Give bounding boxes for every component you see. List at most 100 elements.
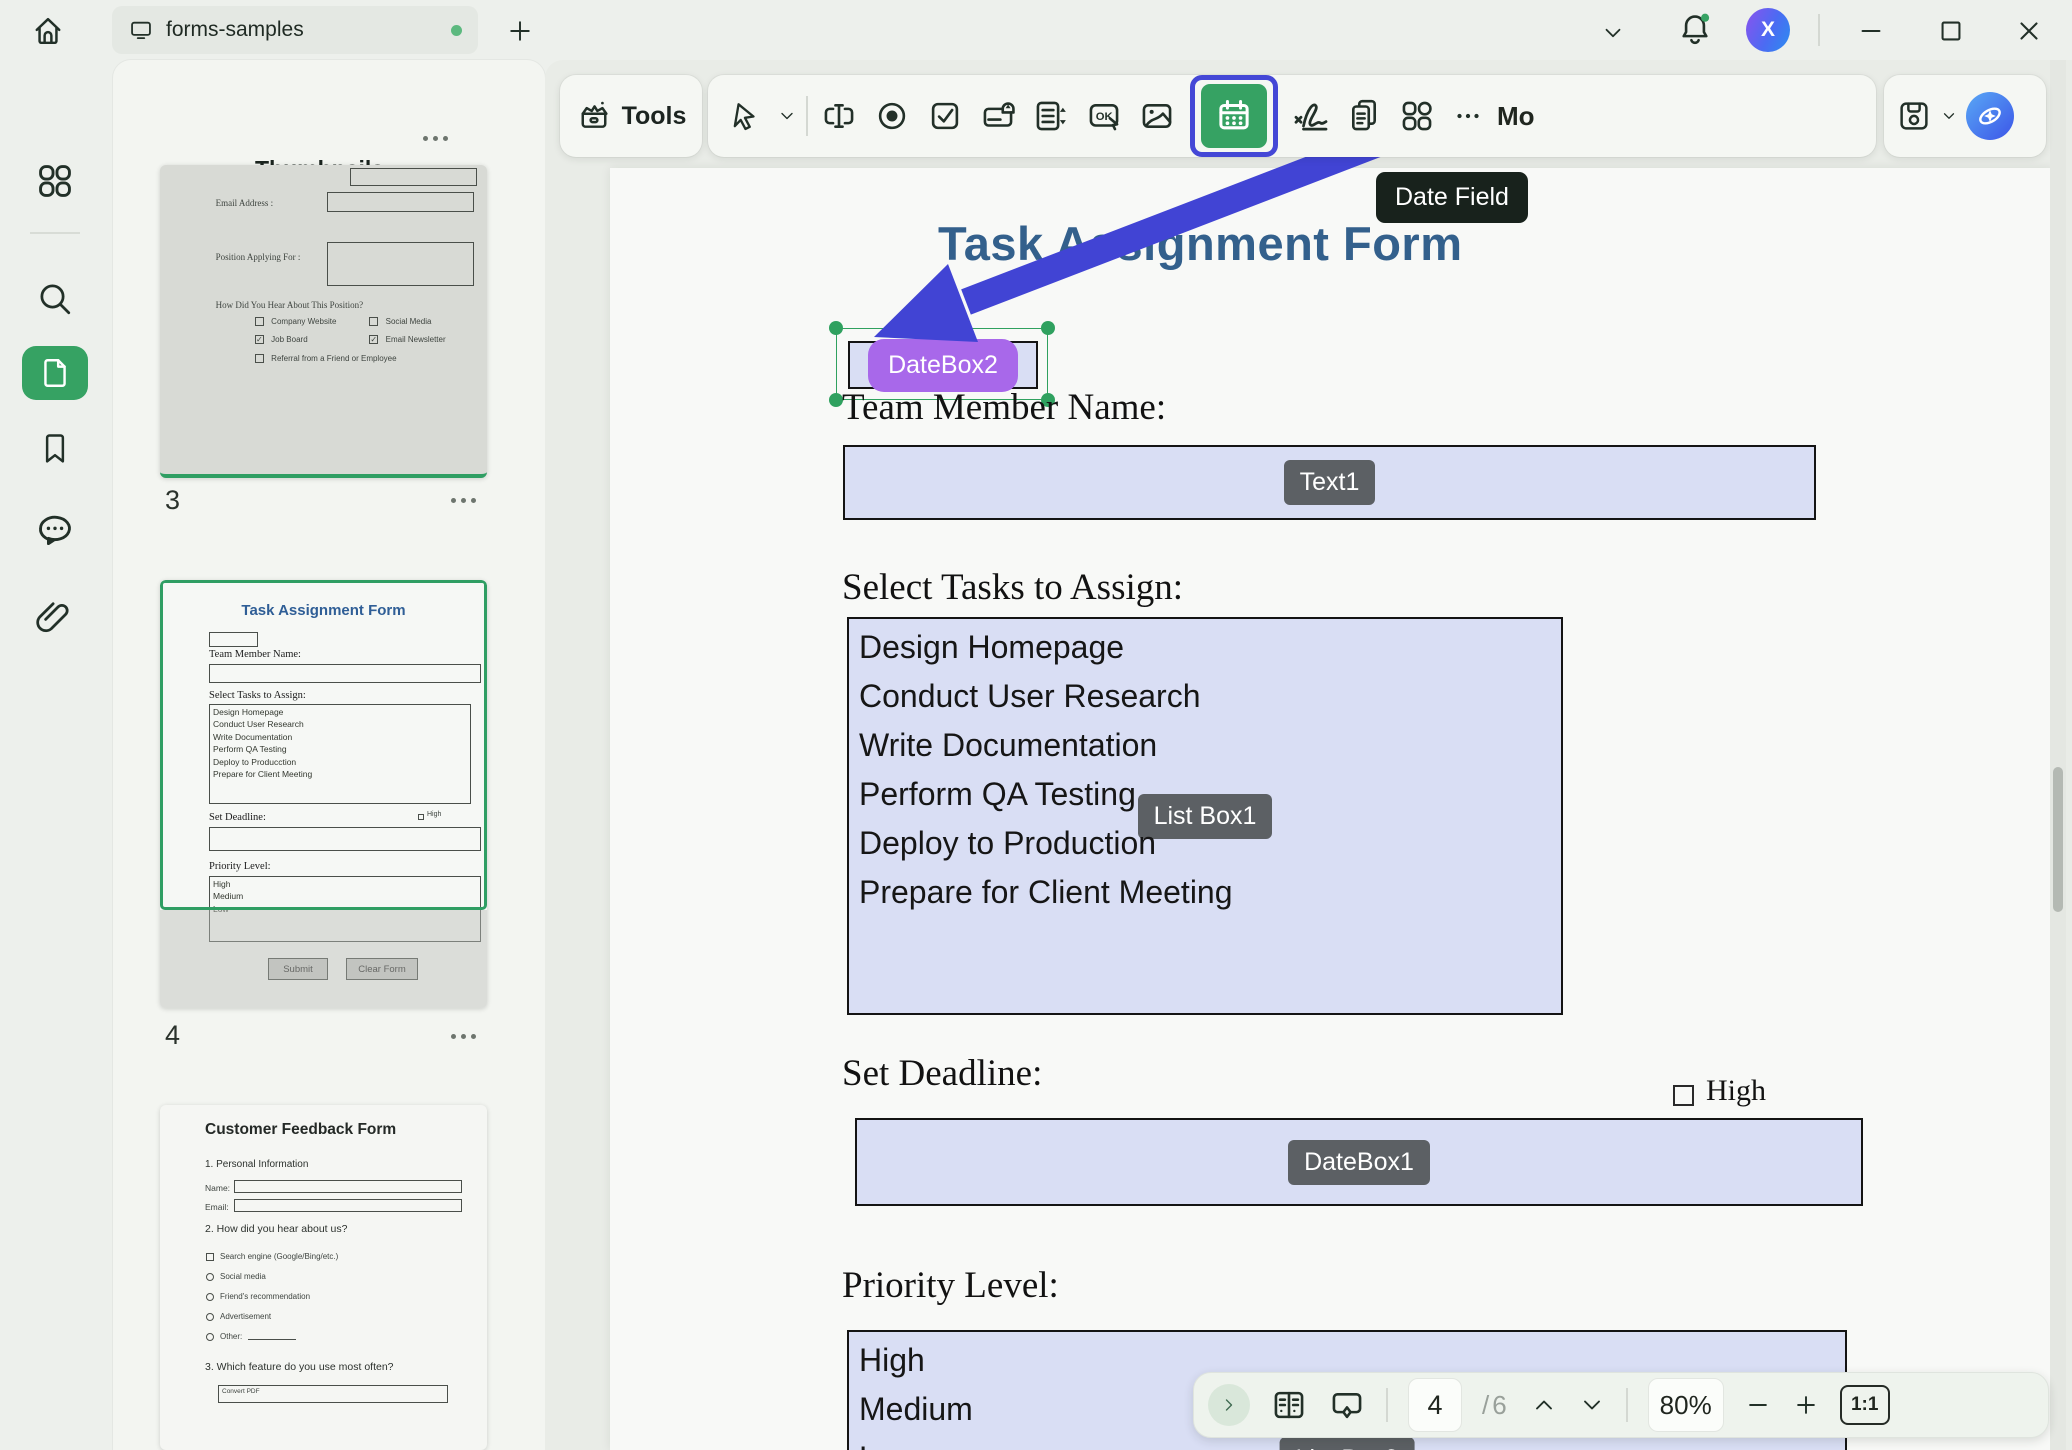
notifications-button[interactable] — [1676, 10, 1714, 48]
thumb5-opt-search: Search engine (Google/Bing/etc.) — [220, 1252, 338, 1261]
expand-statusbar-button[interactable] — [1208, 1384, 1250, 1426]
selection-handle-sw[interactable] — [829, 393, 843, 407]
close-button[interactable] — [2014, 16, 2044, 46]
tab-title: forms-samples — [166, 18, 439, 42]
field-layout-button[interactable] — [1395, 88, 1439, 144]
datebox2-field[interactable]: DateBox2 — [848, 341, 1038, 389]
text-field-button[interactable] — [817, 88, 861, 144]
thumb5-radio — [206, 1313, 214, 1321]
list-box-field-button[interactable] — [1029, 88, 1073, 144]
save-button[interactable] — [1896, 98, 1932, 134]
sidebar-item-search[interactable] — [24, 272, 86, 326]
high-checkbox[interactable] — [1673, 1085, 1694, 1106]
datebox1-field[interactable]: DateBox1 — [855, 1118, 1863, 1206]
thumb5-section1: 1. Personal Information — [205, 1159, 308, 1170]
select-tool-dropdown[interactable] — [777, 106, 797, 126]
sidebar-item-comments[interactable] — [24, 504, 86, 558]
sidebar-item-apps[interactable] — [24, 154, 86, 208]
next-page-button[interactable] — [1578, 1391, 1606, 1419]
presentation-mode-button[interactable] — [1328, 1386, 1366, 1424]
panel-drag-handle[interactable] — [423, 136, 448, 141]
datebox2-label: DateBox2 — [868, 339, 1018, 392]
two-page-view-icon — [1270, 1386, 1308, 1424]
text1-field[interactable]: Text1 — [843, 445, 1816, 520]
app-window: forms-samples X — [0, 0, 2072, 1450]
maximize-icon — [1936, 16, 1966, 46]
radio-button-field-button[interactable] — [870, 88, 914, 144]
thumb3-field — [350, 168, 478, 186]
tasks-heading: Select Tasks to Assign: — [842, 566, 1183, 609]
select-tool-button[interactable] — [724, 88, 768, 144]
selection-handle-nw[interactable] — [829, 321, 843, 335]
listbox2-items: High Medium Low — [859, 1336, 973, 1450]
avatar[interactable]: X — [1746, 8, 1790, 52]
toolbar-more-button[interactable] — [1448, 88, 1488, 144]
maximize-button[interactable] — [1936, 16, 1966, 46]
vertical-scrollbar[interactable] — [2050, 60, 2066, 1450]
selection-handle-ne[interactable] — [1041, 321, 1055, 335]
zoom-in-button[interactable] — [1792, 1391, 1820, 1419]
image-field-icon — [1138, 97, 1176, 135]
titlebar-dropdown-button[interactable] — [1600, 20, 1626, 46]
push-button-field-button[interactable]: OK — [1082, 88, 1126, 144]
thumb5-radio — [206, 1333, 214, 1341]
previous-page-button[interactable] — [1530, 1391, 1558, 1419]
combo-box-field-button[interactable] — [976, 88, 1020, 144]
duplicate-field-button[interactable] — [1342, 88, 1386, 144]
thumb3-hear-label: How Did You Hear About This Position? — [216, 300, 364, 310]
thumb5-dropdown: Convert PDF — [218, 1385, 448, 1403]
ai-assistant-button[interactable] — [1966, 92, 2014, 140]
search-icon — [35, 279, 75, 319]
page4-more-button[interactable] — [451, 1034, 476, 1039]
scrollbar-thumb[interactable] — [2053, 767, 2063, 912]
thumb3-email-field — [327, 192, 474, 212]
thumb3-opt-job: Job Board — [271, 335, 307, 344]
minus-icon — [1744, 1391, 1772, 1419]
page-view-button[interactable] — [1270, 1386, 1308, 1424]
close-icon — [2014, 16, 2044, 46]
date-field-button[interactable] — [1190, 75, 1278, 157]
tools-button[interactable]: Tools — [560, 75, 702, 157]
thumb5-radio — [206, 1293, 214, 1301]
page-icon — [38, 356, 72, 390]
sidebar-item-attachments[interactable] — [24, 588, 86, 642]
presentation-icon — [1328, 1386, 1366, 1424]
thumbnail-page-4[interactable]: Task Assignment Form Team Member Name: S… — [160, 580, 487, 1008]
actual-size-button[interactable]: 1:1 — [1840, 1385, 1890, 1425]
thumb3-opt-newsletter: Email Newsletter — [386, 335, 446, 344]
thumbnail-page-3[interactable]: Email Address : Position Applying For : … — [160, 165, 487, 478]
minimize-button[interactable] — [1856, 16, 1886, 46]
page3-more-button[interactable] — [451, 498, 476, 503]
save-dropdown-button[interactable] — [1940, 107, 1958, 125]
datebox1-label: DateBox1 — [1288, 1140, 1430, 1185]
new-tab-button[interactable] — [506, 17, 534, 45]
copy-icon — [1345, 97, 1383, 135]
thumb3-opt-company: Company Website — [271, 317, 336, 326]
listbox1-field[interactable]: Design HomepageConduct User Research Wri… — [847, 617, 1563, 1015]
thumb5-email-label: Email: — [205, 1202, 229, 1212]
titlebar-divider — [1818, 14, 1820, 46]
page-total: /6 — [1482, 1390, 1510, 1421]
cursor-icon — [729, 99, 763, 133]
zoom-level-button[interactable]: 80% — [1648, 1378, 1724, 1432]
svg-text:OK: OK — [1096, 111, 1114, 123]
checkbox-field-button[interactable] — [923, 88, 967, 144]
statusbar-divider — [1386, 1388, 1388, 1422]
zoom-out-button[interactable] — [1744, 1391, 1772, 1419]
chevron-right-icon — [1219, 1395, 1239, 1415]
thumb3-checkbox — [255, 317, 264, 326]
sidebar-item-bookmarks[interactable] — [24, 422, 86, 476]
save-icon — [1896, 98, 1932, 134]
comment-icon — [34, 510, 76, 552]
sidebar-item-read-mode[interactable] — [22, 1442, 84, 1450]
sidebar-item-thumbnails[interactable] — [22, 346, 88, 400]
image-field-button[interactable] — [1135, 88, 1179, 144]
signature-field-button[interactable] — [1289, 88, 1333, 144]
ellipsis-icon — [1451, 99, 1485, 133]
sidebar — [0, 60, 110, 1450]
document-tab[interactable]: forms-samples — [112, 6, 478, 54]
home-button[interactable] — [30, 13, 66, 49]
thumbnail-page-5[interactable]: Customer Feedback Form 1. Personal Infor… — [160, 1105, 487, 1450]
page-number-input[interactable]: 4 — [1408, 1378, 1462, 1432]
date-field-icon — [1213, 95, 1255, 137]
